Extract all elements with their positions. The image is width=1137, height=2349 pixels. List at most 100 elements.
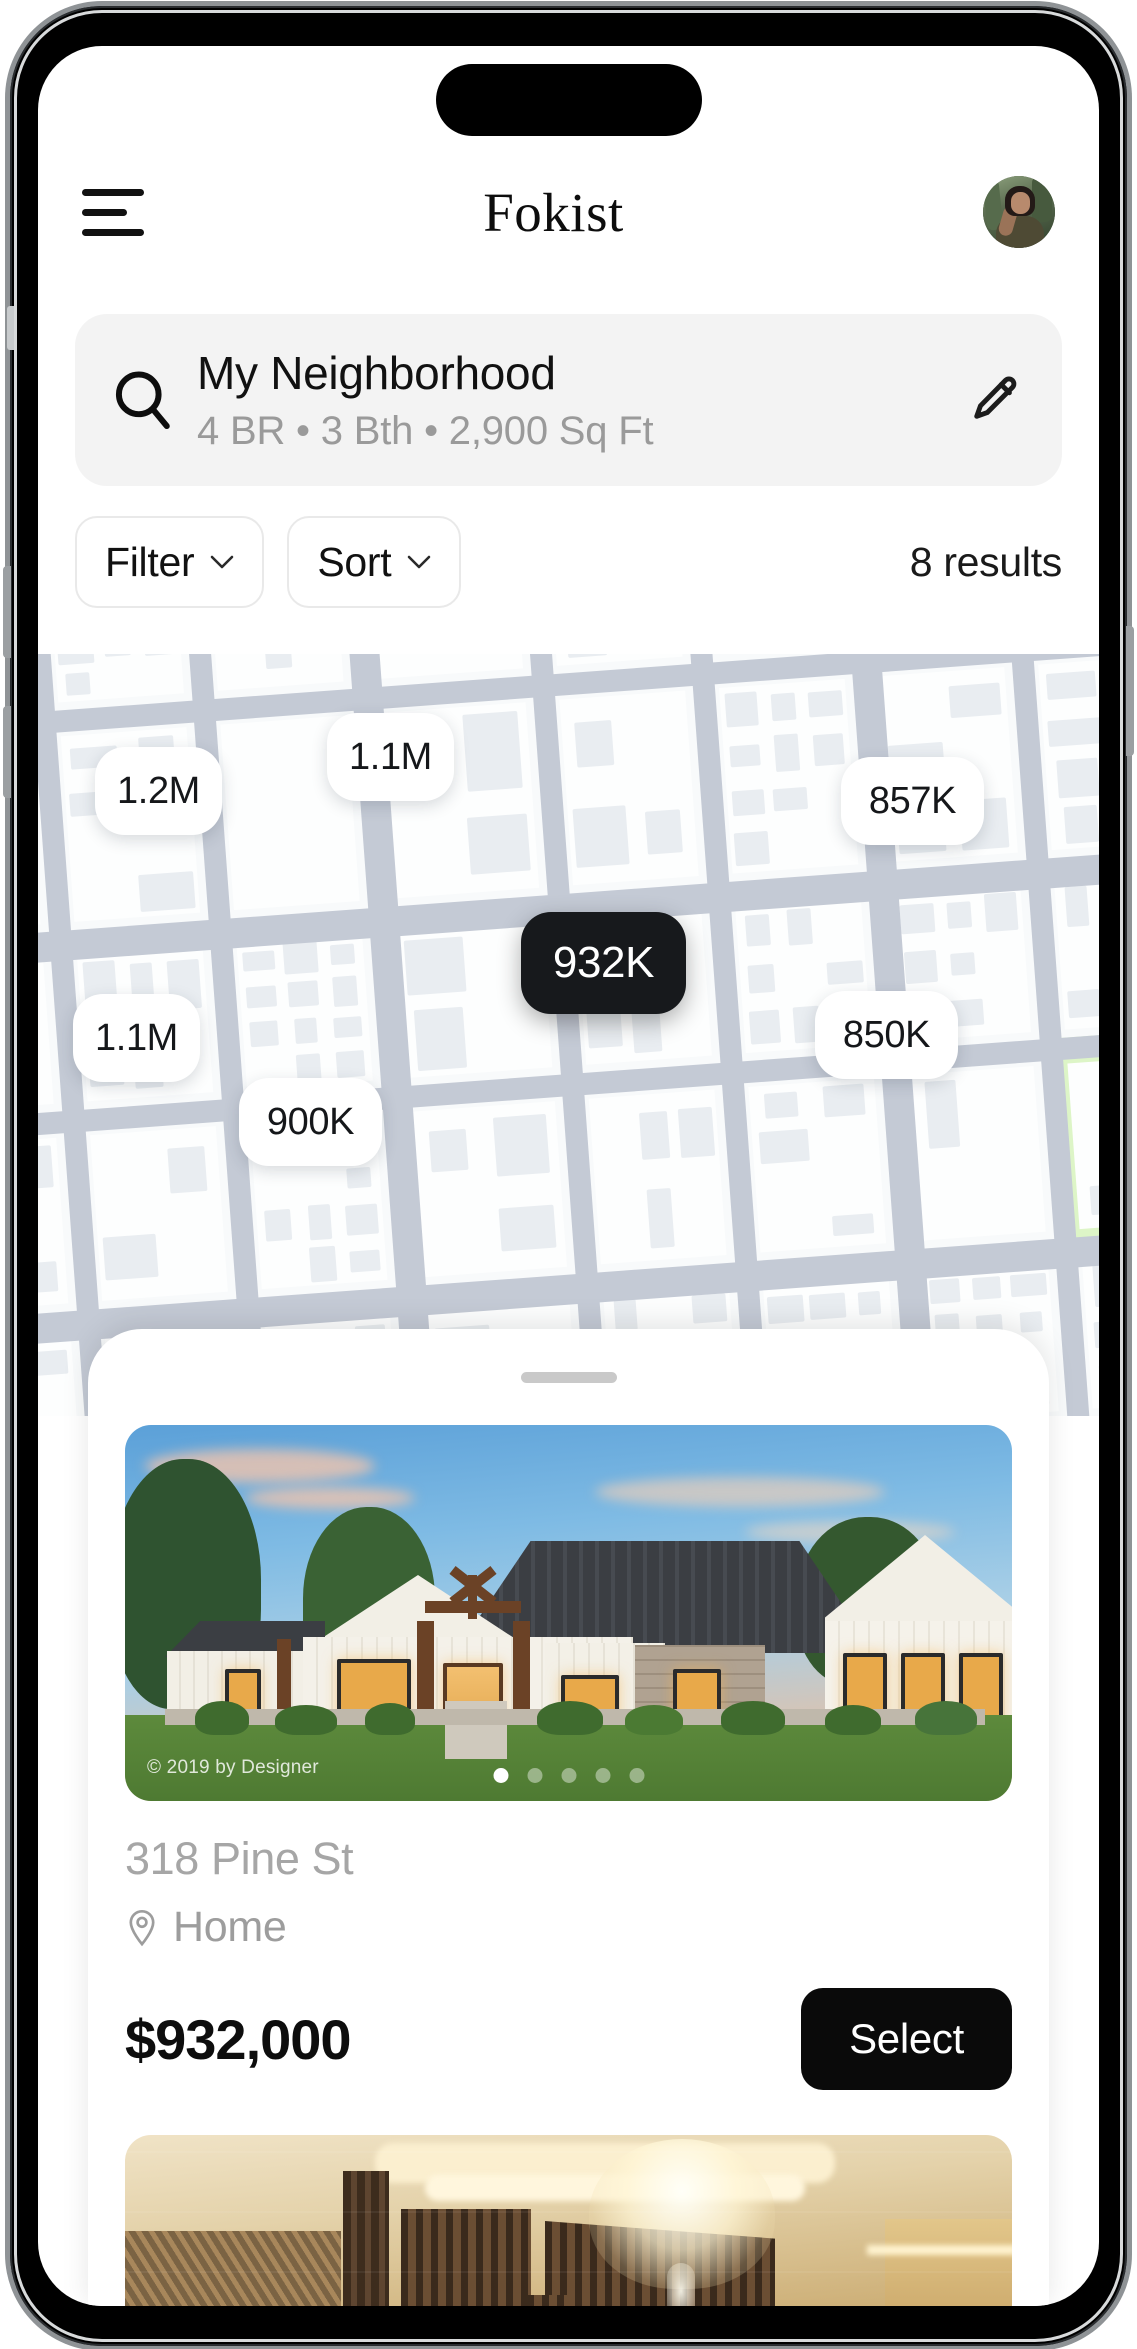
map-building — [1019, 1311, 1043, 1333]
interior-ceiling-mesh — [125, 2231, 341, 2306]
map-building — [1056, 757, 1099, 799]
map-building — [734, 830, 770, 867]
carousel-dot[interactable] — [561, 1768, 576, 1783]
map-building — [731, 788, 766, 816]
map-block — [367, 654, 524, 680]
map-view[interactable]: 1.1M 1.2M 857K 932K 1.1M 850K 900K — [38, 654, 1099, 1416]
map-building — [467, 813, 532, 875]
map-building — [857, 1290, 882, 1316]
filter-row: Filter Sort 8 results — [75, 516, 1062, 608]
map-building — [984, 892, 1019, 933]
map-building — [264, 654, 293, 670]
map-building — [771, 692, 796, 721]
map-pin[interactable]: 850K — [815, 991, 958, 1079]
map-building — [138, 871, 196, 913]
map-pin[interactable]: 857K — [841, 757, 984, 845]
listing-type-row: Home — [125, 1903, 1012, 1952]
interior-slat-panel — [527, 2295, 571, 2306]
map-building — [346, 1166, 372, 1190]
map-building — [1063, 805, 1099, 845]
map-building — [498, 1204, 557, 1252]
carousel-dot[interactable] — [595, 1768, 610, 1783]
drag-handle[interactable] — [520, 1372, 617, 1383]
map-building — [1064, 886, 1089, 928]
map-building — [832, 1213, 875, 1237]
listing-photo[interactable] — [125, 2135, 1012, 2306]
photo-watermark: © 2019 by Designer — [147, 1757, 319, 1778]
volume-up-button[interactable] — [3, 566, 11, 658]
select-button[interactable]: Select — [801, 1988, 1012, 2090]
photo-shrub — [365, 1703, 415, 1735]
listing-card[interactable] — [125, 2135, 1012, 2306]
map-pin[interactable]: 1.1M — [73, 994, 200, 1082]
search-query-value: My Neighborhood — [197, 347, 556, 399]
map-pin-selected[interactable]: 932K — [521, 912, 686, 1014]
map-building — [573, 719, 615, 769]
map-building — [1047, 717, 1099, 747]
map-building — [1067, 988, 1099, 1019]
location-pin-icon — [129, 1909, 155, 1946]
map-building — [822, 1083, 866, 1118]
silent-switch-button[interactable] — [7, 306, 14, 350]
filter-button-label: Filter — [105, 538, 195, 585]
listings-bottom-sheet: © 2019 by Designer 318 Pine St Home $932… — [88, 1329, 1049, 2306]
map-building — [928, 1278, 962, 1305]
map-building — [766, 1294, 805, 1324]
interior-accent-light — [867, 2245, 1012, 2255]
carousel-dot[interactable] — [629, 1768, 644, 1783]
dynamic-island-notch — [435, 64, 702, 136]
filter-button[interactable]: Filter — [75, 516, 265, 608]
map-building — [572, 805, 630, 868]
photo-cloud — [245, 1487, 415, 1509]
map-building — [677, 1106, 716, 1159]
listing-price-row: $932,000 Select — [125, 1988, 1012, 2090]
photo-shrub — [625, 1705, 683, 1735]
map-building — [729, 744, 761, 768]
search-text-group: My Neighborhood 4 BR • 3 Bth • 2,900 Sq … — [197, 346, 966, 454]
photo-shrub — [825, 1705, 881, 1735]
sort-button[interactable]: Sort — [287, 516, 462, 608]
phone-frame: Fokist My Neighborhood 4 BR • 3 Bth • 2,… — [3, 6, 1134, 2346]
map-building — [308, 1245, 338, 1283]
listing-price: $932,000 — [125, 2007, 352, 2071]
photo-shrub — [915, 1701, 977, 1735]
avatar[interactable] — [983, 176, 1055, 248]
search-input[interactable]: My Neighborhood 4 BR • 3 Bth • 2,900 Sq … — [75, 314, 1062, 486]
map-building — [808, 1292, 847, 1320]
power-button[interactable] — [1126, 626, 1134, 756]
app-header: Fokist — [38, 164, 1099, 260]
chevron-down-icon — [408, 555, 431, 569]
map-building — [428, 1128, 469, 1173]
sort-button-label: Sort — [317, 538, 392, 585]
carousel-dot[interactable] — [493, 1768, 508, 1783]
map-pin[interactable]: 900K — [239, 1078, 382, 1166]
map-building — [335, 1049, 366, 1078]
map-building — [38, 1349, 69, 1378]
map-building — [167, 1146, 208, 1194]
map-building — [462, 711, 523, 792]
map-building — [899, 902, 936, 935]
map-building — [38, 1261, 59, 1295]
map-building — [772, 787, 809, 812]
volume-down-button[interactable] — [3, 706, 11, 798]
map-building — [747, 963, 776, 994]
map-building — [1010, 1272, 1048, 1298]
map-building — [764, 1091, 799, 1119]
map-building — [613, 1298, 638, 1331]
listing-photo[interactable]: © 2019 by Designer — [125, 1425, 1012, 1801]
map-building — [1089, 1183, 1099, 1215]
listing-card[interactable]: © 2019 by Designer 318 Pine St Home $932… — [125, 1425, 1012, 2090]
map-pin[interactable]: 1.2M — [95, 747, 222, 835]
pencil-edit-icon[interactable] — [966, 372, 1022, 428]
map-building — [295, 1052, 322, 1081]
carousel-dots — [493, 1768, 644, 1783]
map-pin[interactable]: 1.1M — [327, 713, 454, 801]
carousel-dot[interactable] — [527, 1768, 542, 1783]
photo-shrub — [275, 1705, 337, 1735]
map-building — [744, 913, 771, 947]
interior-slat-panel — [401, 2209, 531, 2306]
map-building — [65, 672, 91, 696]
map-building — [344, 1203, 379, 1236]
map-building — [282, 940, 320, 975]
map-building — [948, 682, 1002, 718]
